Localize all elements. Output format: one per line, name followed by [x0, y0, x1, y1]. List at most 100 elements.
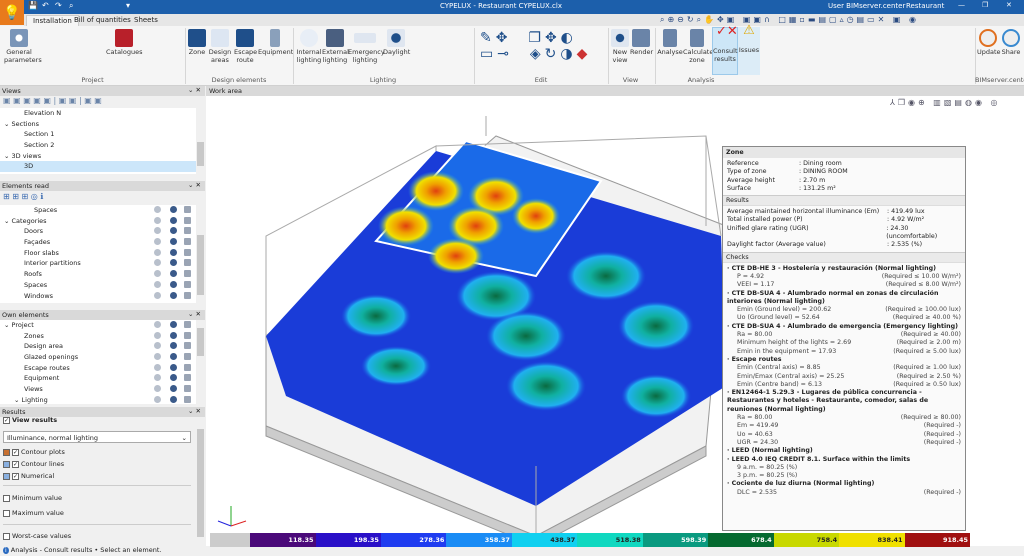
numerical-checkbox[interactable]: ✓ Numerical [3, 472, 54, 480]
tree-item[interactable]: Interior partitions [0, 258, 196, 269]
worst-case-checkbox[interactable]: Worst-case values [3, 532, 71, 540]
tree-item[interactable]: Windows [0, 291, 196, 302]
settings-icon[interactable] [170, 321, 177, 328]
layers-icon[interactable]: ◈ [530, 46, 545, 62]
render-button[interactable]: Render [630, 29, 653, 56]
close-icon[interactable]: ⌄ ✕ [188, 310, 201, 318]
chevron-down-icon[interactable]: ⌄ [4, 321, 12, 329]
lock-icon[interactable] [184, 395, 191, 403]
visibility-icon[interactable] [154, 374, 161, 382]
consult-results-button[interactable]: ✓✕ Consult results [712, 25, 738, 75]
elements-read-toolbar[interactable]: ⊞ ⊞ ⊞ ◎ ℹ [3, 192, 43, 201]
lock-icon[interactable] [184, 374, 191, 382]
tree-item[interactable]: Equipment [0, 373, 196, 384]
daylight-button[interactable]: Daylight [383, 29, 410, 56]
close-icon[interactable]: ⌄ ✕ [188, 181, 201, 189]
tree-item[interactable]: ⌄ Lighting [0, 395, 196, 404]
close-icon[interactable]: ⌄ ✕ [188, 86, 201, 94]
search-icon[interactable]: ⌕ [69, 1, 73, 11]
view-results-checkbox[interactable]: ✓ View results [3, 416, 57, 424]
visibility-icon[interactable] [154, 248, 161, 256]
visibility-icon[interactable] [154, 363, 161, 371]
bimserver-user[interactable]: User BIMserver.center [828, 2, 905, 10]
viewport-toolbar[interactable]: ⅄❒◉⊕ ▥▧▤◍◉ ◎ [890, 98, 1000, 107]
lock-icon[interactable] [184, 206, 191, 213]
tree-item[interactable]: ⌄ 3D views [0, 151, 196, 162]
pencil-icon[interactable]: ✎ [480, 30, 496, 46]
chevron-down-icon[interactable]: ⌄ [4, 120, 12, 128]
settings-icon[interactable] [170, 238, 177, 246]
tree-item[interactable]: 3D [0, 161, 196, 173]
tree-item[interactable]: Section 2 [0, 140, 196, 151]
maximum-value-checkbox[interactable]: Maximum value [3, 509, 64, 517]
lock-icon[interactable] [184, 270, 191, 278]
views-toolbar[interactable]: ▣ ▣ ▣ ▣ ▣ | ▣ ▣ | ▣ ▣ [0, 96, 205, 108]
views-scrollbar[interactable] [196, 108, 205, 174]
view-toolbar-top[interactable]: ⌕⊕⊖↻⌕✋✥▣ ▣▣∩ □▦▫▬▤▢▵◷▤▭✕ ▣ ◉ [660, 15, 919, 25]
own-elements-scrollbar[interactable] [196, 320, 205, 404]
visibility-icon[interactable] [154, 270, 161, 278]
general-parameters-button[interactable]: General parameters [4, 29, 42, 64]
tree-item[interactable]: Floor slabs [0, 248, 196, 259]
tree-item[interactable]: ⌄ Categories [0, 216, 196, 227]
contour-plots-checkbox[interactable]: ✓ Contour plots [3, 448, 65, 456]
visibility-icon[interactable] [154, 385, 161, 393]
visibility-icon[interactable] [154, 395, 161, 403]
settings-icon[interactable] [170, 385, 177, 393]
external-lighting-button[interactable]: External lighting [322, 29, 349, 64]
minimize-button[interactable]: — [958, 1, 965, 9]
share-button[interactable]: Share [1000, 29, 1022, 56]
visibility-icon[interactable] [154, 331, 161, 339]
visibility-icon[interactable] [154, 353, 161, 361]
tab-bill-of-quantities[interactable]: Bill of quantities [68, 15, 137, 25]
lock-icon[interactable] [184, 342, 191, 350]
chevron-down-icon[interactable]: ⌄ [14, 396, 22, 404]
tree-item[interactable]: Escape routes [0, 363, 196, 374]
lock-icon[interactable] [184, 363, 191, 371]
minimum-value-checkbox[interactable]: Minimum value [3, 494, 62, 502]
lock-icon[interactable] [184, 353, 191, 361]
chevron-down-icon[interactable]: ⌄ [4, 152, 12, 160]
update-button[interactable]: Update [977, 29, 1001, 56]
tree-item[interactable]: Elevation N [0, 108, 196, 119]
undo-icon[interactable]: ↶ [42, 1, 49, 10]
visibility-icon[interactable] [154, 206, 161, 213]
lock-icon[interactable] [184, 385, 191, 393]
settings-icon[interactable] [170, 331, 177, 339]
analyse-button[interactable]: Analyse [657, 29, 683, 56]
lock-icon[interactable] [184, 331, 191, 339]
tree-item[interactable]: Spaces [0, 280, 196, 291]
copy-icon[interactable]: ❐ [528, 30, 545, 46]
mirror-icon[interactable]: ◑ [560, 46, 576, 62]
tree-item[interactable]: Design area [0, 341, 196, 352]
tab-sheets[interactable]: Sheets [128, 15, 164, 25]
tree-item[interactable]: Doors [0, 226, 196, 237]
lock-icon[interactable] [184, 280, 191, 288]
tree-item[interactable]: ⌄ Sections [0, 119, 196, 130]
equipment-button[interactable]: Equipment [258, 29, 293, 56]
elements-read-scrollbar[interactable] [196, 205, 205, 303]
lock-icon[interactable] [184, 291, 191, 299]
visibility-icon[interactable] [154, 321, 161, 328]
settings-icon[interactable] [170, 342, 177, 350]
lock-icon[interactable] [184, 259, 191, 267]
emergency-lighting-button[interactable]: Emergency lighting [348, 29, 385, 64]
visibility-icon[interactable] [154, 238, 161, 246]
visibility-icon[interactable] [154, 227, 161, 235]
lock-icon[interactable] [184, 238, 191, 246]
settings-icon[interactable] [170, 227, 177, 235]
save-icon[interactable]: 💾 [28, 1, 38, 10]
restore-button[interactable]: ❐ [982, 1, 988, 9]
settings-icon[interactable] [170, 395, 177, 403]
tree-item[interactable]: Spaces [0, 205, 196, 216]
settings-icon[interactable] [170, 206, 177, 213]
visibility-icon[interactable] [154, 280, 161, 288]
lock-icon[interactable] [184, 248, 191, 256]
design-areas-button[interactable]: Design areas [208, 29, 232, 64]
calculate-zone-button[interactable]: Calculate zone [683, 29, 713, 64]
tree-item[interactable]: Zones [0, 331, 196, 342]
mirror-icon[interactable]: ◐ [561, 30, 577, 46]
tree-item[interactable]: ⌄ Project [0, 320, 196, 331]
visibility-icon[interactable] [154, 291, 161, 299]
tree-item[interactable]: Roofs [0, 269, 196, 280]
